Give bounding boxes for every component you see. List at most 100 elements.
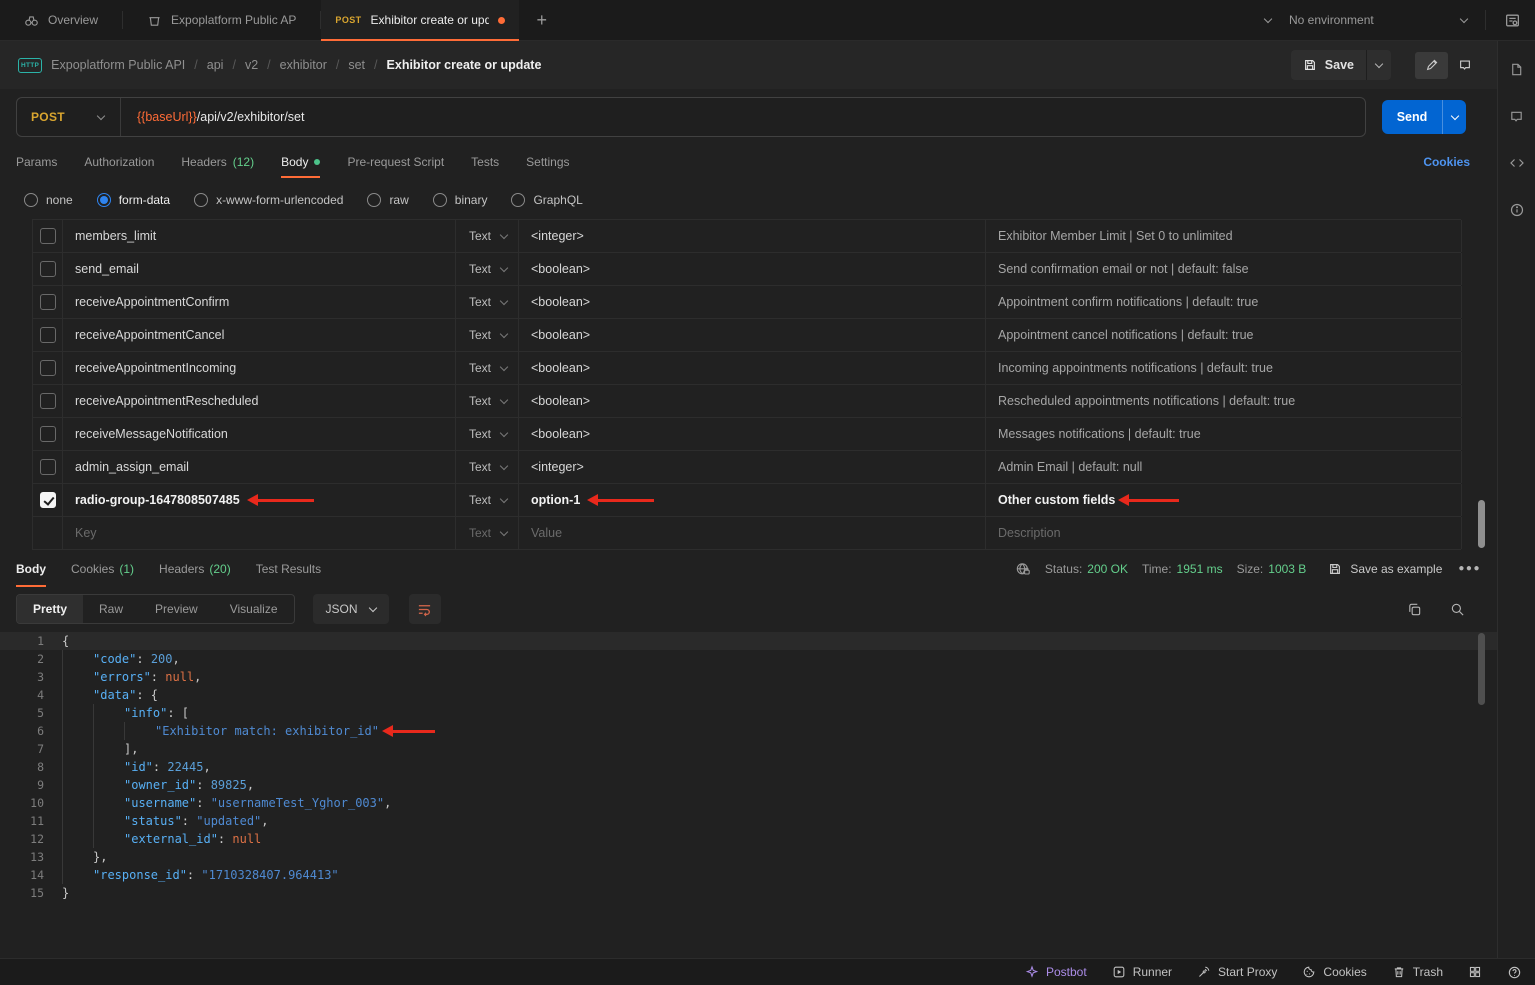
- response-scrollbar-thumb[interactable]: [1478, 633, 1485, 705]
- row-description-field[interactable]: Send confirmation email or not | default…: [986, 253, 1462, 285]
- tab-overview[interactable]: Overview: [0, 0, 122, 40]
- method-select[interactable]: POST: [17, 98, 121, 136]
- row-value-field[interactable]: Value: [519, 517, 986, 549]
- wrap-line-button[interactable]: [409, 594, 441, 624]
- row-type-select[interactable]: Text: [456, 319, 519, 351]
- row-checkbox-cell[interactable]: [33, 418, 63, 450]
- row-key-field[interactable]: Key: [63, 517, 456, 549]
- view-pretty[interactable]: Pretty: [17, 595, 83, 623]
- row-type-select[interactable]: Text: [456, 220, 519, 252]
- row-key-field[interactable]: receiveAppointmentConfirm: [63, 286, 456, 318]
- row-checkbox-cell[interactable]: [33, 220, 63, 252]
- copy-icon[interactable]: [1407, 602, 1422, 617]
- row-key-field[interactable]: admin_assign_email: [63, 451, 456, 483]
- cookies-link[interactable]: Cookies: [1423, 155, 1470, 169]
- row-key-field[interactable]: radio-group-1647808507485: [63, 484, 456, 516]
- row-value-field[interactable]: <integer>: [519, 451, 986, 483]
- checkbox-icon[interactable]: [40, 261, 56, 277]
- row-description-field[interactable]: Admin Email | default: null: [986, 451, 1462, 483]
- breadcrumb-item[interactable]: Expoplatform Public API: [51, 58, 198, 72]
- row-type-select[interactable]: Text: [456, 484, 519, 516]
- view-visualize[interactable]: Visualize: [214, 595, 294, 623]
- checkbox-icon[interactable]: [40, 360, 56, 376]
- row-key-field[interactable]: receiveMessageNotification: [63, 418, 456, 450]
- breadcrumb-item[interactable]: v2: [245, 58, 271, 72]
- send-options-button[interactable]: [1442, 100, 1466, 134]
- trash-button[interactable]: Trash: [1392, 965, 1443, 979]
- view-preview[interactable]: Preview: [139, 595, 214, 623]
- row-key-field[interactable]: receiveAppointmentIncoming: [63, 352, 456, 384]
- row-description-field[interactable]: Appointment confirm notifications | defa…: [986, 286, 1462, 318]
- tab-pre-request-script[interactable]: Pre-request Script: [347, 147, 444, 177]
- row-value-field[interactable]: <boolean>: [519, 319, 986, 351]
- row-key-field[interactable]: receiveAppointmentCancel: [63, 319, 456, 351]
- checkbox-icon[interactable]: [40, 459, 56, 475]
- tab-settings[interactable]: Settings: [526, 147, 569, 177]
- save-as-example-button[interactable]: Save as example: [1328, 562, 1442, 576]
- row-key-field[interactable]: send_email: [63, 253, 456, 285]
- row-value-field[interactable]: <boolean>: [519, 418, 986, 450]
- documentation-icon[interactable]: [1509, 61, 1525, 77]
- send-button[interactable]: Send: [1382, 100, 1442, 134]
- mode-raw[interactable]: raw: [367, 193, 408, 207]
- row-description-field[interactable]: Exhibitor Member Limit | Set 0 to unlimi…: [986, 220, 1462, 252]
- row-checkbox-cell[interactable]: [33, 319, 63, 351]
- checkbox-icon[interactable]: [40, 228, 56, 244]
- tab-request-active[interactable]: POST Exhibitor create or update: [321, 0, 518, 40]
- environment-selector[interactable]: No environment: [1289, 13, 1467, 27]
- breadcrumb-item[interactable]: exhibitor: [280, 58, 340, 72]
- comment-button[interactable]: [1448, 52, 1481, 79]
- row-checkbox-cell[interactable]: [33, 286, 63, 318]
- network-globe-icon[interactable]: [1015, 561, 1031, 577]
- row-value-field[interactable]: <boolean>: [519, 286, 986, 318]
- row-value-field[interactable]: <integer>: [519, 220, 986, 252]
- row-description-field[interactable]: Messages notifications | default: true: [986, 418, 1462, 450]
- row-key-field[interactable]: receiveAppointmentRescheduled: [63, 385, 456, 417]
- row-key-field[interactable]: members_limit: [63, 220, 456, 252]
- checkbox-icon[interactable]: [40, 327, 56, 343]
- row-type-select[interactable]: Text: [456, 352, 519, 384]
- tab-headers[interactable]: Headers(12): [181, 147, 254, 177]
- row-type-select[interactable]: Text: [456, 385, 519, 417]
- new-tab-button[interactable]: +: [519, 0, 566, 40]
- row-value-field[interactable]: <boolean>: [519, 352, 986, 384]
- mode-x-www-form-urlencoded[interactable]: x-www-form-urlencoded: [194, 193, 343, 207]
- search-icon[interactable]: [1450, 602, 1465, 617]
- help-icon[interactable]: [1507, 965, 1522, 980]
- panel-layout-icon[interactable]: [1468, 965, 1482, 979]
- info-icon[interactable]: [1509, 202, 1525, 218]
- breadcrumb-item[interactable]: api: [207, 58, 236, 72]
- row-value-field[interactable]: <boolean>: [519, 253, 986, 285]
- response-tab-body[interactable]: Body: [16, 550, 46, 587]
- checkbox-checked-icon[interactable]: [40, 492, 56, 508]
- breadcrumb-item[interactable]: set: [348, 58, 377, 72]
- checkbox-icon[interactable]: [40, 426, 56, 442]
- tab-overflow-chevron-icon[interactable]: [1264, 14, 1272, 22]
- save-options-button[interactable]: [1366, 50, 1391, 80]
- row-checkbox-cell[interactable]: [33, 352, 63, 384]
- tab-params[interactable]: Params: [16, 147, 57, 177]
- row-type-select[interactable]: Text: [456, 418, 519, 450]
- row-type-select[interactable]: Text: [456, 451, 519, 483]
- checkbox-icon[interactable]: [40, 294, 56, 310]
- cookies-button[interactable]: Cookies: [1302, 965, 1366, 979]
- mode-none[interactable]: none: [24, 193, 73, 207]
- mode-binary[interactable]: binary: [433, 193, 488, 207]
- row-checkbox-cell[interactable]: [33, 451, 63, 483]
- url-input[interactable]: {{baseUrl}}/api/v2/exhibitor/set: [121, 110, 320, 124]
- row-description-field[interactable]: Rescheduled appointments notifications |…: [986, 385, 1462, 417]
- code-snippet-icon[interactable]: [1509, 155, 1525, 171]
- row-description-field[interactable]: Other custom fields: [986, 484, 1462, 516]
- format-select[interactable]: JSON: [313, 594, 389, 624]
- row-description-field[interactable]: Description: [986, 517, 1462, 549]
- row-checkbox-cell[interactable]: [33, 253, 63, 285]
- mode-graphql[interactable]: GraphQL: [511, 193, 582, 207]
- edit-button[interactable]: [1415, 52, 1448, 79]
- row-checkbox-cell[interactable]: [33, 385, 63, 417]
- more-actions-button[interactable]: ●●●: [1458, 563, 1481, 574]
- tab-collection[interactable]: Expoplatform Public AP: [123, 0, 320, 40]
- row-checkbox-cell[interactable]: [33, 484, 63, 516]
- tab-body[interactable]: Body: [281, 147, 320, 177]
- response-tab-test-results[interactable]: Test Results: [256, 550, 321, 587]
- row-description-field[interactable]: Appointment cancel notifications | defau…: [986, 319, 1462, 351]
